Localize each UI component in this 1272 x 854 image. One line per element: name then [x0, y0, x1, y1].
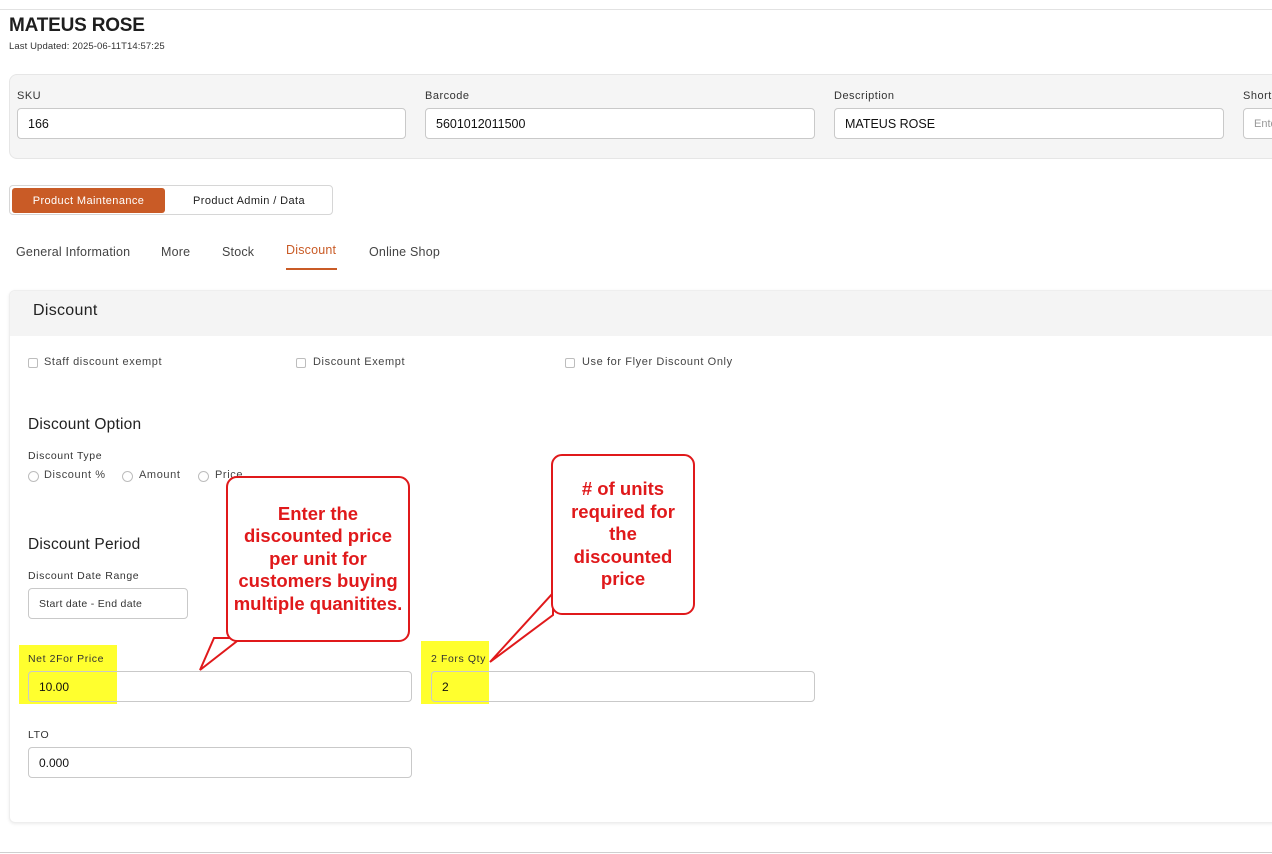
discount-exempt-checkbox[interactable] — [296, 358, 306, 368]
flyer-discount-only-label: Use for Flyer Discount Only — [582, 356, 733, 368]
discount-percent-radio[interactable] — [28, 471, 39, 482]
description-input[interactable]: MATEUS ROSE — [834, 108, 1224, 139]
discount-card-title: Discount — [33, 302, 98, 319]
view-switcher: Product Maintenance Product Admin / Data — [9, 185, 333, 215]
page-title: MATEUS ROSE — [9, 15, 145, 36]
net-2for-price-label: Net 2For Price — [28, 653, 105, 665]
lto-label: LTO — [28, 729, 50, 741]
discount-period-title: Discount Period — [28, 536, 141, 553]
price-radio[interactable] — [198, 471, 209, 482]
discount-date-range-label: Discount Date Range — [28, 570, 140, 582]
product-maintenance-button[interactable]: Product Maintenance — [12, 188, 165, 213]
product-admin-button[interactable]: Product Admin / Data — [167, 188, 331, 213]
tab-online-shop[interactable]: Online Shop — [369, 245, 440, 259]
net-2for-price-input[interactable]: 10.00 — [28, 671, 412, 702]
discount-exempt-label: Discount Exempt — [313, 356, 406, 368]
amount-radio[interactable] — [122, 471, 133, 482]
qty-annotation-callout: # of units required for the discounted p… — [551, 454, 695, 615]
flyer-discount-only-checkbox[interactable] — [565, 358, 575, 368]
discount-percent-label: Discount % — [44, 469, 106, 481]
tab-general-information[interactable]: General Information — [16, 245, 130, 259]
price-annotation-callout: Enter the discounted price per unit for … — [226, 476, 410, 642]
discount-date-range-picker[interactable]: Start date - End date — [28, 588, 188, 619]
active-tab-indicator — [286, 268, 337, 270]
sku-input[interactable]: 166 — [17, 108, 406, 139]
last-updated-text: Last Updated: 2025-06-11T14:57:25 — [9, 41, 165, 52]
discount-card-header — [10, 291, 1272, 336]
lto-input[interactable]: 0.000 — [28, 747, 412, 778]
discount-option-title: Discount Option — [28, 416, 142, 433]
discount-type-label: Discount Type — [28, 450, 103, 462]
barcode-label: Barcode — [425, 90, 470, 102]
price-annotation-text: Enter the discounted price per unit for … — [233, 502, 403, 614]
sku-label: SKU — [17, 90, 42, 102]
two-fors-qty-label: 2 Fors Qty — [431, 653, 487, 665]
bottom-divider — [0, 852, 1272, 853]
staff-discount-exempt-checkbox[interactable] — [28, 358, 38, 368]
top-divider — [0, 9, 1272, 10]
staff-discount-exempt-label: Staff discount exempt — [44, 356, 163, 368]
short-description-input[interactable]: Ente — [1243, 108, 1272, 139]
two-fors-qty-input[interactable]: 2 — [431, 671, 815, 702]
qty-annotation-text: # of units required for the discounted p… — [571, 478, 675, 590]
short-description-label: Short — [1243, 90, 1272, 102]
amount-label: Amount — [139, 469, 181, 481]
tab-stock[interactable]: Stock — [222, 245, 254, 259]
tab-more[interactable]: More — [161, 245, 190, 259]
barcode-input[interactable]: 5601012011500 — [425, 108, 815, 139]
description-label: Description — [834, 90, 895, 102]
tab-discount[interactable]: Discount — [286, 243, 336, 257]
